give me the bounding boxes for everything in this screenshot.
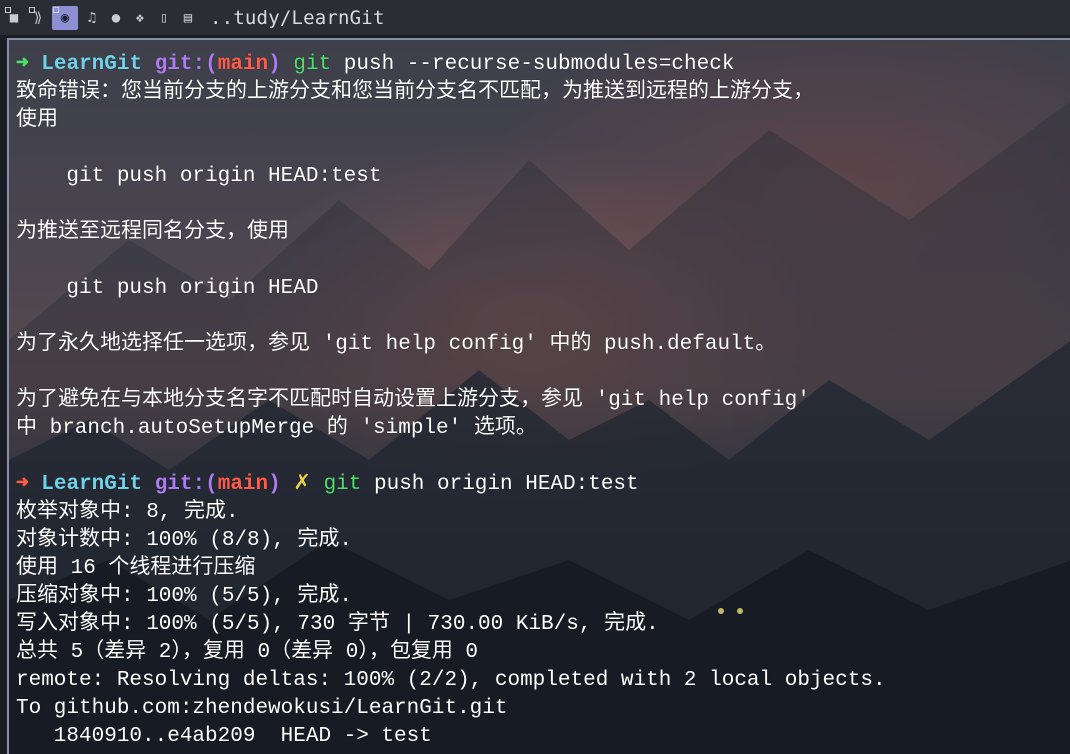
music-icon[interactable]: ♫ [82, 6, 102, 30]
top-bar: ■ ⟫ ◉ ♫ ● ❖ ▯ ▤ ..tudy/LearnGit [0, 0, 1070, 35]
prompt-arrow-icon: ➜ [16, 473, 29, 496]
output-line: To github.com:zhendewokusi/LearnGit.git [16, 697, 508, 720]
window-title: ..tudy/LearnGit [210, 6, 385, 29]
output-line: 总共 5（差异 2），复用 0（差异 0），包复用 0 [16, 641, 479, 664]
output-line: remote: Resolving deltas: 100% (2/2), co… [16, 669, 886, 692]
output-line: 压缩对象中: 100% (5/5), 完成. [16, 585, 353, 608]
cubes-icon[interactable]: ❖ [130, 6, 150, 30]
chrome-icon[interactable]: ◉ [52, 5, 78, 30]
prompt-arrow-icon: ➜ [16, 53, 29, 76]
git-label-close: ) [268, 53, 281, 76]
output-line: 对象计数中: 100% (8/8), 完成. [16, 529, 353, 552]
git-branch: main [217, 53, 269, 76]
prompt-line-1: ➜ LearnGit git:(main) git push --recurse… [16, 51, 886, 79]
terminal-window[interactable]: ➜ LearnGit git:(main) git push --recurse… [7, 38, 1070, 754]
prompt-dir: LearnGit [41, 473, 143, 496]
prompt-dir: LearnGit [41, 53, 143, 76]
output-line: 为推送至远程同名分支，使用 [16, 221, 289, 244]
dirty-marker-icon: ✗ [293, 473, 311, 496]
vscode-icon[interactable]: ⟫ [28, 6, 48, 30]
command-name: git [293, 53, 332, 76]
book-icon[interactable]: ▤ [178, 6, 198, 30]
terminal-icon[interactable]: ■ [4, 6, 24, 30]
question-icon[interactable]: ▯ [154, 6, 174, 30]
output-line: 中 branch.autoSetupMerge 的 'simple' 选项。 [16, 417, 537, 440]
git-label: git:( [154, 53, 218, 76]
command-args: push origin HEAD:test [361, 473, 639, 496]
output-line: 致命错误：您当前分支的上游分支和您当前分支名不匹配，为推送到远程的上游分支， [16, 81, 814, 104]
output-line: 1840910..e4ab209 HEAD -> test [16, 725, 432, 748]
output-line: 使用 [16, 109, 58, 132]
output-line: 使用 16 个线程进行压缩 [16, 557, 256, 580]
command-args: push --recurse-submodules=check [331, 53, 735, 76]
output-line: 为了永久地选择任一选项，参见 'git help config' 中的 push… [16, 333, 777, 356]
output-line: 枚举对象中: 8, 完成. [16, 501, 239, 524]
output-line: 写入对象中: 100% (5/5), 730 字节 | 730.00 KiB/s… [16, 613, 659, 636]
command-name: git [323, 473, 362, 496]
prompt-line-2: ➜ LearnGit git:(main) ✗ git push origin … [16, 471, 886, 499]
output-line: 为了避免在与本地分支名字不匹配时自动设置上游分支，参见 'git help co… [16, 389, 810, 412]
terminal-output: ➜ LearnGit git:(main) git push --recurse… [16, 51, 886, 751]
git-branch: main [217, 473, 269, 496]
chat-icon[interactable]: ● [106, 6, 126, 30]
git-label: git:( [154, 473, 218, 496]
output-line: git push origin HEAD:test [16, 165, 382, 188]
git-label-close: ) [268, 473, 281, 496]
output-line: git push origin HEAD [16, 277, 319, 300]
